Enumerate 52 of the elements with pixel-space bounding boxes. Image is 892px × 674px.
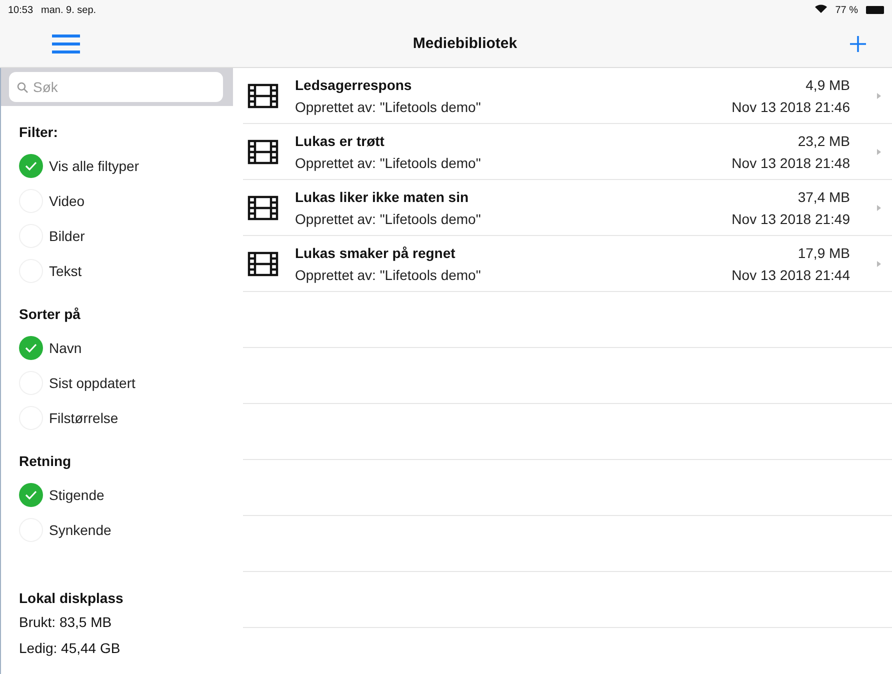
status-date: man. 9. sep. <box>41 4 96 16</box>
section-heading: Retning <box>19 453 72 469</box>
option-item[interactable]: Navn <box>19 330 215 365</box>
media-title: Lukas smaker på regnet <box>295 244 456 260</box>
option-item[interactable]: Filstørrelse <box>19 400 215 435</box>
section-heading: Lokal diskplass <box>19 590 124 606</box>
disk-free: Ledig: 45,44 GB <box>19 640 122 658</box>
media-creator: Opprettet av: "Lifetools demo" <box>295 154 482 170</box>
film-icon <box>247 194 279 220</box>
menu-button[interactable] <box>52 34 80 54</box>
wifi-icon <box>815 4 828 13</box>
option-item[interactable]: Vis alle filtyper <box>19 148 215 183</box>
section-heading: Filter: <box>19 124 59 140</box>
status-time: 10:53 <box>8 4 34 16</box>
media-title: Ledsagerrespons <box>295 76 413 92</box>
option-item[interactable]: Video <box>19 183 215 218</box>
chevron-icon <box>877 260 881 266</box>
battery-percent: 77 % <box>835 4 858 16</box>
file-size: 37,4 MB <box>798 188 850 204</box>
option-item[interactable]: Synkende <box>19 512 215 547</box>
media-creator: Opprettet av: "Lifetools demo" <box>295 98 482 114</box>
option-item[interactable]: Tekst <box>19 253 215 288</box>
file-date: Nov 13 2018 21:48 <box>732 154 850 170</box>
file-date: Nov 13 2018 21:46 <box>732 98 850 114</box>
media-title: Lukas liker ikke maten sin <box>295 188 470 204</box>
battery-icon <box>866 6 884 14</box>
option-item[interactable]: Stigende <box>19 477 215 512</box>
film-icon <box>247 138 279 164</box>
file-size: 17,9 MB <box>798 244 850 260</box>
option-item[interactable]: Sist oppdatert <box>19 365 215 400</box>
media-title: Lukas er trøtt <box>295 132 386 148</box>
add-button[interactable] <box>850 36 866 52</box>
film-icon <box>247 250 279 276</box>
media-row[interactable]: Lukas liker ikke maten sin Opprettet av: "Lifetools demo" 37,4 MB Nov 13 2018 21:49 <box>243 180 892 236</box>
section-heading: Sorter på <box>19 306 82 322</box>
page-title: Mediebibliotek <box>412 35 518 52</box>
option-item[interactable]: Bilder <box>19 218 215 253</box>
chevron-icon <box>877 148 881 154</box>
film-icon <box>247 82 279 108</box>
media-row[interactable]: Ledsagerrespons Opprettet av: "Lifetools demo" 4,9 MB Nov 13 2018 21:46 <box>243 68 892 124</box>
file-size: 4,9 MB <box>806 76 850 92</box>
file-date: Nov 13 2018 21:49 <box>732 210 850 226</box>
search-field[interactable]: Søk <box>9 72 223 102</box>
file-date: Nov 13 2018 21:44 <box>732 266 850 282</box>
media-row[interactable]: Lukas smaker på regnet Opprettet av: "Lifetools demo" 17,9 MB Nov 13 2018 21:44 <box>243 236 892 292</box>
media-creator: Opprettet av: "Lifetools demo" <box>295 210 482 226</box>
disk-used: Brukt: 83,5 MB <box>19 614 113 632</box>
chevron-icon <box>877 204 881 210</box>
chevron-icon <box>877 92 881 98</box>
file-size: 23,2 MB <box>798 132 850 148</box>
media-row[interactable]: Lukas er trøtt Opprettet av: "Lifetools demo" 23,2 MB Nov 13 2018 21:48 <box>243 124 892 180</box>
media-creator: Opprettet av: "Lifetools demo" <box>295 266 482 282</box>
